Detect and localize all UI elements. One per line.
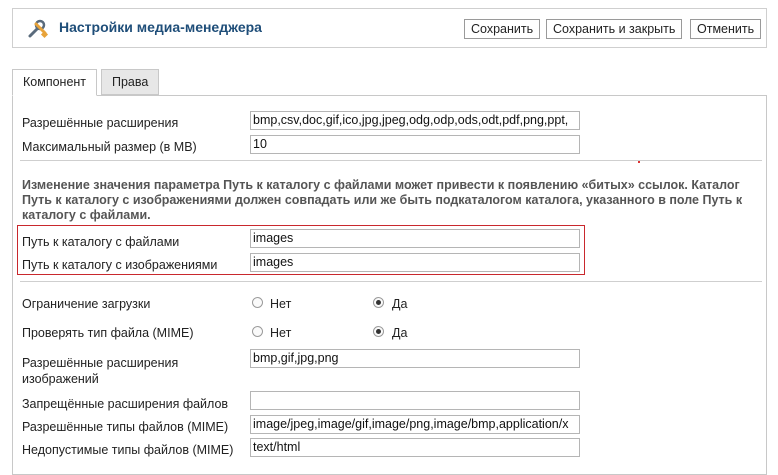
illegal-mime-input[interactable]: text/html [250, 438, 580, 457]
marker-dot [638, 161, 640, 163]
max-size-label: Максимальный размер (в MB) [22, 140, 197, 154]
max-size-input[interactable]: 10 [250, 135, 580, 154]
upload-restrict-label: Ограничение загрузки [22, 297, 151, 311]
check-mime-no-radio[interactable] [252, 326, 263, 337]
tools-icon [28, 19, 49, 39]
image-path-label: Путь к каталогу с изображениями [22, 258, 218, 272]
ignored-extensions-label: Запрещённые расширения файлов [22, 397, 229, 411]
illegal-mime-label: Недопустимые типы файлов (MIME) [22, 443, 234, 457]
page-title: Настройки медиа-менеджера [59, 19, 262, 35]
tab-rights[interactable]: Права [101, 69, 160, 95]
save-button[interactable]: Сохранить [464, 19, 541, 39]
check-mime-yes-label: Да [392, 326, 408, 340]
allowed-mime-label: Разрешённые типы файлов (MIME) [22, 420, 229, 434]
check-mime-yes-radio[interactable] [373, 326, 384, 337]
image-extensions-input[interactable]: bmp,gif,jpg,png [250, 349, 580, 368]
tab-component[interactable]: Компонент [12, 69, 98, 96]
upload-restrict-yes-label: Да [392, 297, 408, 311]
image-path-input[interactable]: images [250, 253, 580, 272]
path-warning-note: Изменение значения параметра Путь к ката… [22, 178, 743, 222]
divider [20, 160, 762, 161]
allowed-extensions-label: Разрешённые расширения [22, 116, 179, 130]
upload-restrict-yes-radio[interactable] [373, 297, 384, 308]
image-extensions-label-line2: изображений [22, 372, 99, 386]
file-path-label: Путь к каталогу с файлами [22, 235, 180, 249]
allowed-extensions-input[interactable]: bmp,csv,doc,gif,ico,jpg,jpeg,odg,odp,ods… [250, 111, 580, 130]
save-and-close-button[interactable]: Сохранить и закрыть [546, 19, 683, 39]
divider [20, 281, 762, 282]
upload-restrict-no-label: Нет [270, 297, 292, 311]
check-mime-no-label: Нет [270, 326, 292, 340]
upload-restrict-no-radio[interactable] [252, 297, 263, 308]
file-path-input[interactable]: images [250, 229, 580, 248]
toolbar: Настройки медиа-менеджера Сохранить Сохр… [12, 8, 767, 48]
image-extensions-label: Разрешённые расширения [22, 356, 179, 370]
cancel-button[interactable]: Отменить [690, 19, 762, 39]
ignored-extensions-input[interactable] [250, 391, 580, 410]
check-mime-label: Проверять тип файла (MIME) [22, 326, 194, 340]
allowed-mime-input[interactable]: image/jpeg,image/gif,image/png,image/bmp… [250, 415, 580, 434]
